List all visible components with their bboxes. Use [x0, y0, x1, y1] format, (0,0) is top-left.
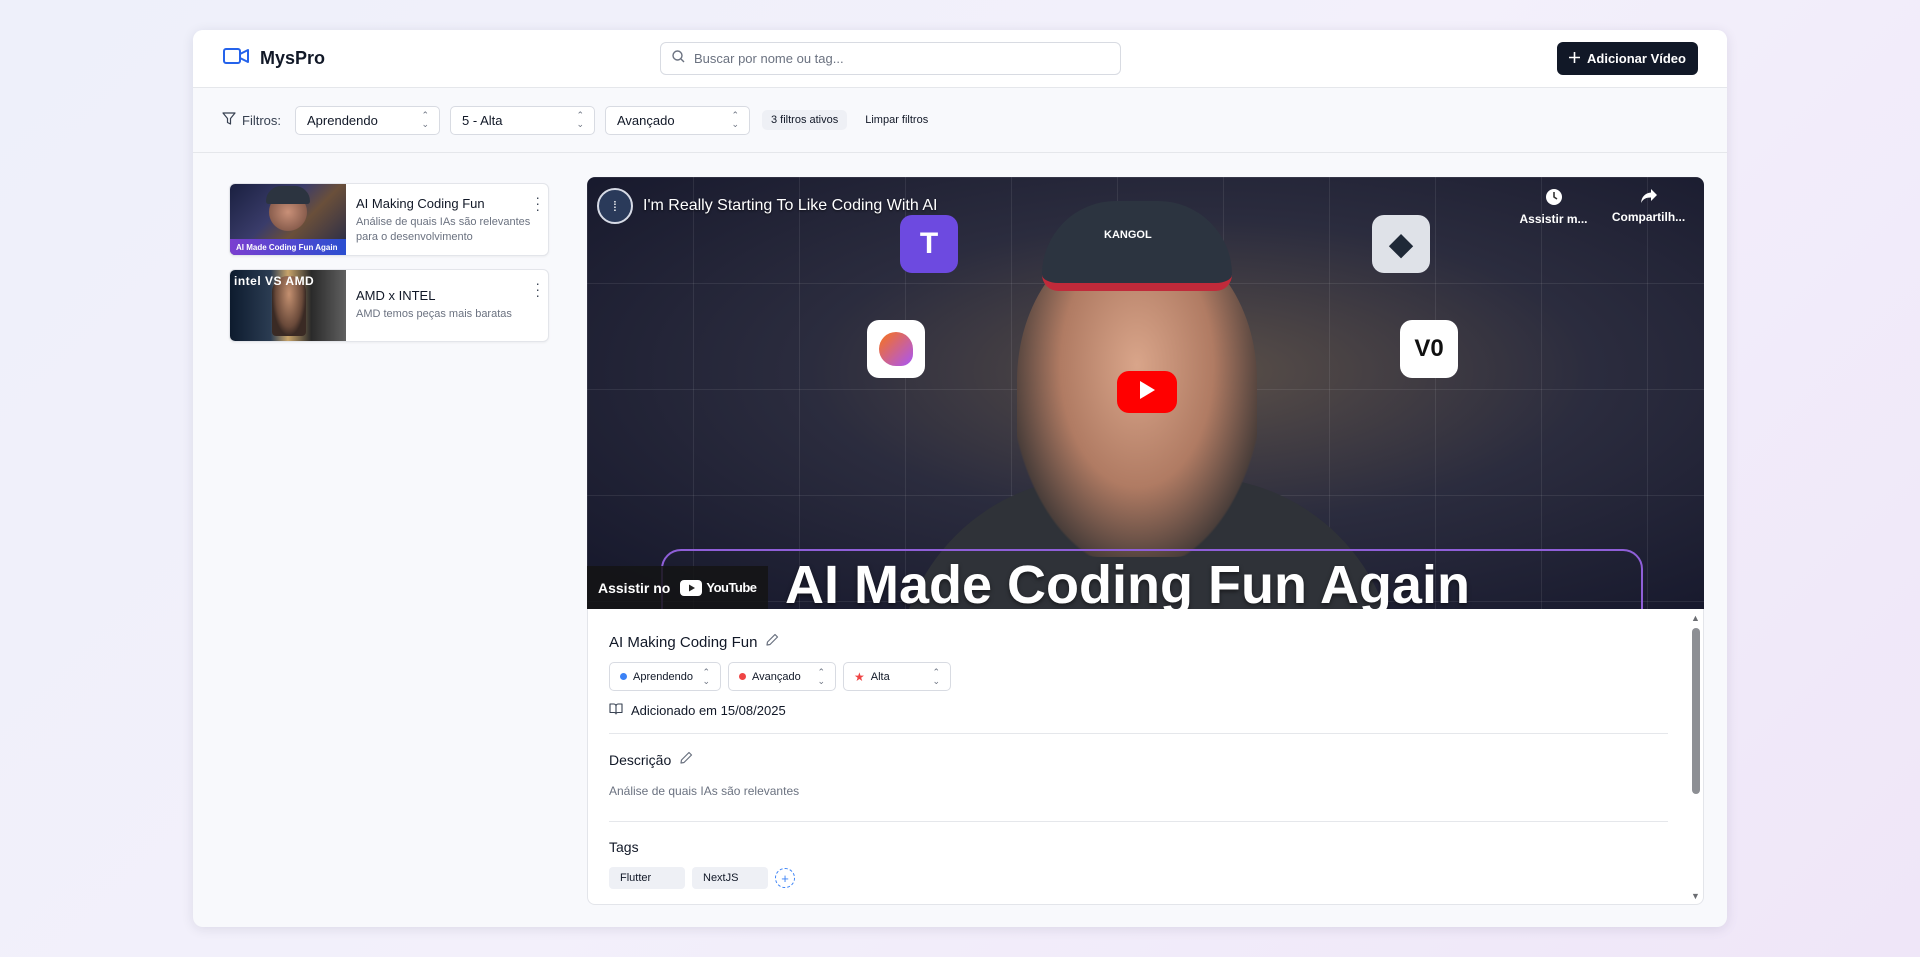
status-filter-value: Aprendendo — [307, 112, 378, 128]
clock-icon — [1545, 188, 1563, 209]
app-window: MysPro Adicionar Vídeo Filtros: Aprenden… — [193, 30, 1727, 927]
video-details-panel: AI Making Coding Fun Aprendendo ⌃ ⌄ Avan… — [587, 609, 1704, 905]
priority-select[interactable]: ★ Alta ⌃ ⌄ — [843, 662, 951, 691]
status-select[interactable]: Aprendendo ⌃ ⌄ — [609, 662, 721, 691]
channel-avatar-icon[interactable]: ⁞ — [597, 188, 633, 224]
video-card-body: AMD x INTEL AMD temos peças mais baratas… — [346, 270, 548, 341]
video-card-description: Análise de quais IAs são relevantes para… — [356, 216, 531, 243]
tags-heading-row: Tags — [609, 839, 1668, 855]
watch-later-label: Assistir m... — [1519, 212, 1588, 226]
status-filter-select[interactable]: Aprendendo ⌃ ⌄ — [295, 105, 440, 135]
added-date: Adicionado em 15/08/2025 — [631, 703, 786, 718]
priority-filter-select[interactable]: 5 - Alta ⌃ ⌄ — [450, 105, 595, 135]
tag-chip[interactable]: NextJS — [692, 867, 768, 889]
video-thumbnail: intel VS AMD — [230, 270, 346, 341]
scroll-down-arrow-icon[interactable]: ▼ — [1691, 891, 1700, 901]
video-card-body: AI Making Coding Fun Análise de quais IA… — [346, 184, 548, 255]
chevron-updown-icon: ⌃ ⌄ — [932, 666, 940, 686]
details-content: AI Making Coding Fun Aprendendo ⌃ ⌄ Avan… — [609, 609, 1668, 889]
edit-title-pencil-icon[interactable] — [765, 633, 779, 651]
scroll-thumb[interactable] — [1692, 628, 1700, 794]
divider — [609, 821, 1668, 822]
video-camera-icon — [223, 47, 249, 70]
play-icon — [1138, 380, 1156, 405]
video-actions: Assistir m... Compartilh... — [1516, 188, 1686, 226]
video-card-description: AMD temos peças mais baratas — [356, 308, 512, 320]
more-options-icon[interactable]: · · · — [535, 190, 540, 216]
added-date-row: Adicionado em 15/08/2025 — [609, 703, 1668, 718]
plus-icon — [1569, 51, 1581, 66]
share-button[interactable]: Compartilh... — [1611, 188, 1686, 226]
video-card-title: AI Making Coding Fun — [356, 196, 485, 211]
book-icon — [609, 703, 623, 718]
status-dot — [620, 673, 627, 680]
search-icon — [672, 49, 685, 68]
divider — [609, 733, 1668, 734]
share-icon — [1640, 188, 1658, 207]
scroll-up-arrow-icon[interactable]: ▲ — [1691, 613, 1700, 623]
details-scrollbar[interactable]: ▲ ▼ — [1689, 613, 1701, 901]
header: MysPro Adicionar Vídeo — [193, 30, 1727, 88]
tags-heading: Tags — [609, 839, 639, 855]
level-value: Avançado — [752, 670, 801, 683]
video-card[interactable]: intel VS AMD AMD x INTEL AMD temos peças… — [229, 269, 549, 342]
tag-chip[interactable]: Flutter — [609, 867, 685, 889]
video-card-title: AMD x INTEL — [356, 288, 436, 303]
cube-app-icon: ◆ — [1372, 215, 1430, 273]
priority-value: Alta — [870, 670, 890, 683]
star-icon: ★ — [854, 669, 865, 684]
active-filters-badge: 3 filtros ativos — [762, 110, 848, 130]
video-player[interactable]: KANGOL T ◆ V0 ⁞ I'm Really Starting To L… — [587, 177, 1704, 609]
thumbnail-caption: intel VS AMD — [234, 274, 315, 288]
video-title[interactable]: I'm Really Starting To Like Coding With … — [643, 197, 937, 215]
details-selectors: Aprendendo ⌃ ⌄ Avançado ⌃ ⌄ ★ Alta ⌃ ⌄ — [609, 662, 1668, 691]
filters-label-text: Filtros: — [242, 112, 281, 128]
level-filter-value: Avançado — [617, 112, 675, 128]
v0-app-icon: V0 — [1400, 320, 1458, 378]
youtube-logo-icon: YouTube — [680, 579, 757, 596]
details-title-row: AI Making Coding Fun — [609, 633, 1668, 651]
search-input[interactable] — [694, 51, 1094, 66]
priority-filter-value: 5 - Alta — [462, 112, 503, 128]
more-options-icon[interactable]: · · · — [535, 276, 540, 302]
add-video-button[interactable]: Adicionar Vídeo — [1557, 42, 1698, 75]
edit-description-pencil-icon[interactable] — [679, 751, 693, 768]
logo[interactable]: MysPro — [223, 47, 325, 70]
video-top-bar: ⁞ I'm Really Starting To Like Coding Wit… — [597, 188, 937, 224]
video-thumbnail: AI Made Coding Fun Again — [230, 184, 346, 255]
watch-on-label: Assistir no — [598, 579, 671, 596]
cap-logo-text: KANGOL — [1104, 229, 1152, 241]
filter-icon — [222, 112, 236, 128]
details-title: AI Making Coding Fun — [609, 633, 758, 651]
status-value: Aprendendo — [633, 670, 693, 683]
chevron-updown-icon: ⌃ ⌄ — [421, 110, 429, 129]
heart-app-icon — [867, 320, 925, 378]
chevron-updown-icon: ⌃ ⌄ — [576, 110, 584, 129]
search-box[interactable] — [660, 42, 1121, 75]
play-button[interactable] — [1117, 371, 1177, 413]
level-dot — [739, 673, 746, 680]
add-tag-plus-icon[interactable]: + — [775, 868, 795, 888]
level-filter-select[interactable]: Avançado ⌃ ⌄ — [605, 105, 750, 135]
app-name: MysPro — [260, 48, 326, 68]
chevron-updown-icon: ⌃ ⌄ — [702, 666, 710, 686]
chevron-updown-icon: ⌃ ⌄ — [817, 666, 825, 686]
watch-later-button[interactable]: Assistir m... — [1516, 188, 1591, 226]
filter-bar: Filtros: Aprendendo ⌃ ⌄ 5 - Alta ⌃ ⌄ Avanç… — [193, 88, 1727, 153]
video-overlay-text: AI Made Coding Fun Again — [785, 555, 1470, 609]
filters-label: Filtros: — [222, 112, 281, 128]
clear-filters-button[interactable]: Limpar filtros — [857, 110, 936, 130]
description-text: Análise de quais IAs são relevantes — [609, 784, 800, 798]
level-select[interactable]: Avançado ⌃ ⌄ — [728, 662, 836, 691]
video-card[interactable]: AI Made Coding Fun Again AI Making Codin… — [229, 183, 549, 256]
share-label: Compartilh... — [1611, 210, 1686, 224]
tags-list: Flutter NextJS + — [609, 867, 1668, 889]
add-video-label: Adicionar Vídeo — [1587, 51, 1686, 66]
youtube-wordmark: YouTube — [706, 580, 757, 595]
description-heading-row: Descrição — [609, 751, 1668, 768]
chevron-updown-icon: ⌃ ⌄ — [731, 110, 739, 129]
thumbnail-caption: AI Made Coding Fun Again — [236, 243, 338, 252]
watch-on-youtube-button[interactable]: Assistir no YouTube — [587, 566, 768, 609]
description-heading: Descrição — [609, 751, 672, 768]
